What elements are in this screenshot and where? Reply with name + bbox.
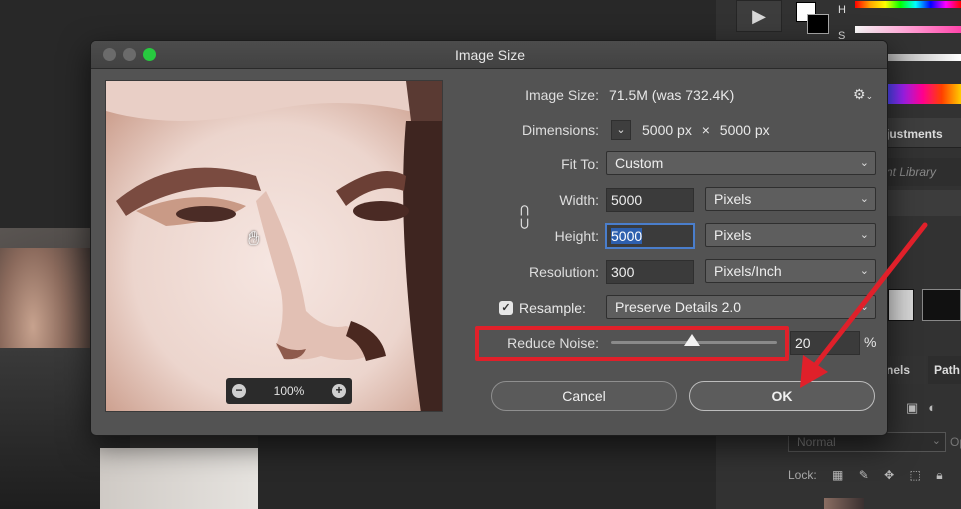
lock-label: Lock:: [788, 468, 817, 482]
reduce-noise-input[interactable]: 20: [790, 331, 860, 355]
chevron-down-icon: ⌄: [859, 301, 869, 313]
layer-filter-icons[interactable]: ▣◐: [880, 396, 961, 422]
resolution-label: Resolution:: [528, 264, 599, 280]
width-unit-value: Pixels: [714, 191, 752, 207]
reduce-noise-slider-thumb[interactable]: [684, 334, 700, 346]
saturation-slider[interactable]: [855, 26, 961, 33]
fit-to-select[interactable]: Custom ⌄: [606, 151, 876, 175]
tab-adjustments[interactable]: justments: [880, 118, 961, 148]
width-unit-select[interactable]: Pixels ⌄: [705, 187, 876, 211]
resolution-unit-select[interactable]: Pixels/Inch ⌄: [705, 259, 876, 283]
dimensions-height: 5000 px: [719, 122, 770, 138]
resolution-unit-value: Pixels/Inch: [714, 263, 782, 279]
lock-paint-icon[interactable]: ✎: [859, 468, 869, 482]
resample-select[interactable]: Preserve Details 2.0 ⌄: [606, 295, 876, 319]
blend-mode-value: Normal: [797, 435, 836, 449]
tab-paths[interactable]: Path: [928, 356, 961, 384]
preview-face-image: [106, 81, 442, 411]
chevron-down-icon: ⌄: [859, 193, 869, 205]
dimensions-label: Dimensions:: [521, 122, 599, 138]
width-input[interactable]: 5000: [606, 188, 694, 212]
dialog-title: Image Size: [454, 47, 526, 63]
panel-strip: [880, 190, 961, 216]
image-preview[interactable]: − 100% +: [105, 80, 443, 412]
image-size-value: 71.5M (was 732.4K): [609, 87, 735, 103]
image-size-dialog: Image Size − 100% + Image Size: 71.5M (w…: [90, 40, 888, 436]
fit-to-label: Fit To:: [561, 156, 599, 172]
opacity-label: Op: [950, 435, 961, 449]
chevron-down-icon: ⌄: [859, 265, 869, 277]
chevron-down-icon: ⌄: [859, 229, 869, 241]
chevron-down-icon: ⌄: [931, 435, 941, 447]
zoom-in-button[interactable]: +: [332, 384, 346, 398]
lock-transparent-icon[interactable]: ▦: [832, 468, 843, 482]
preview-zoom-control: − 100% +: [226, 378, 352, 404]
lock-row: Lock: ▦ ✎ ✥ ⬚ 🔒︎: [788, 468, 943, 483]
height-unit-select[interactable]: Pixels ⌄: [705, 223, 876, 247]
image-size-label: Image Size:: [525, 87, 599, 103]
height-unit-value: Pixels: [714, 227, 752, 243]
dimensions-unit-toggle[interactable]: ⌄: [611, 120, 631, 140]
background-color-swatch[interactable]: [807, 14, 829, 34]
chevron-down-icon: ⌄: [859, 157, 869, 169]
percent-label: %: [864, 334, 877, 350]
width-label: Width:: [559, 192, 599, 208]
layer-thumbnail[interactable]: [824, 498, 864, 509]
gear-icon[interactable]: ⚙︎⌄: [853, 86, 873, 103]
resample-label: Resample:: [519, 300, 586, 316]
canvas-wall: [100, 448, 258, 509]
play-action-button[interactable]: ▶: [736, 0, 782, 32]
resolution-input[interactable]: 300: [606, 260, 694, 284]
height-label: Height:: [554, 228, 599, 244]
dimensions-width: 5000 px: [642, 122, 692, 138]
hand-cursor-icon: ✋︎: [248, 228, 260, 250]
color-spectrum-ramp[interactable]: [884, 84, 961, 104]
dialog-titlebar[interactable]: Image Size: [91, 41, 887, 69]
hue-label: H: [838, 4, 846, 16]
height-input-value: 5000: [611, 228, 643, 244]
lock-artboard-icon[interactable]: ⬚: [910, 468, 921, 482]
swatch-thumbnail[interactable]: [888, 289, 914, 321]
cancel-button[interactable]: Cancel: [491, 381, 677, 411]
swatch-thumbnail[interactable]: [922, 289, 961, 321]
lock-move-icon[interactable]: ✥: [884, 468, 894, 482]
dimensions-value: 5000 px × 5000 px: [642, 122, 770, 138]
lock-all-icon[interactable]: 🔒︎: [936, 468, 942, 483]
library-dropdown-label[interactable]: nt Library: [880, 158, 961, 186]
height-input[interactable]: 5000: [606, 224, 694, 248]
fit-to-value: Custom: [615, 155, 664, 171]
ok-button[interactable]: OK: [689, 381, 875, 411]
hue-slider[interactable]: [855, 1, 961, 8]
photoshop-window: ▶ H S justments nt Library nels Path ▣◐ …: [0, 0, 961, 509]
resample-value: Preserve Details 2.0: [615, 299, 742, 315]
reduce-noise-label: Reduce Noise:: [507, 335, 599, 351]
resample-checkbox[interactable]: ✓: [499, 301, 513, 315]
dimensions-times: ×: [701, 122, 710, 138]
